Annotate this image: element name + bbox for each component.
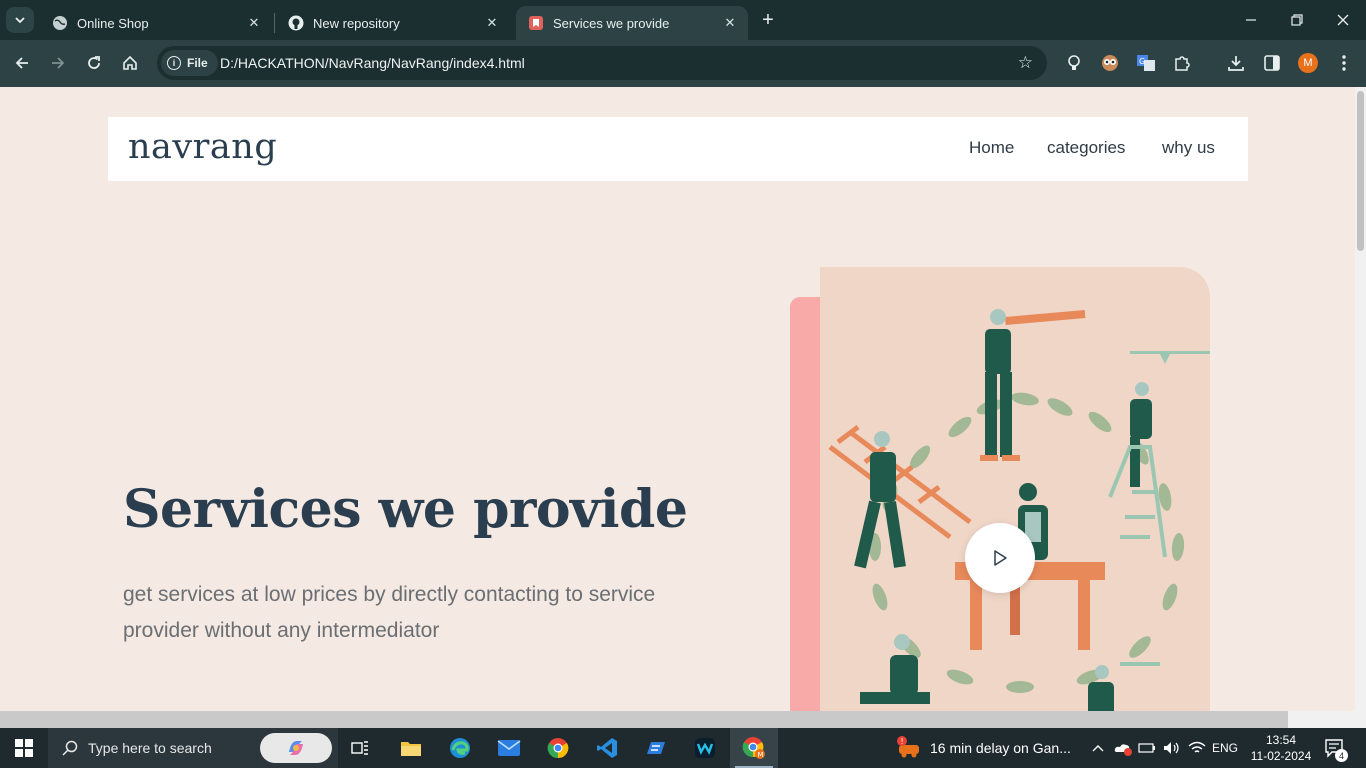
onedrive-error-icon[interactable]	[1112, 728, 1134, 768]
scrollbar-thumb[interactable]	[1357, 91, 1364, 251]
notification-center-button[interactable]: 4	[1320, 728, 1350, 768]
play-video-button[interactable]	[965, 523, 1035, 593]
extension-bulb-icon[interactable]	[1063, 52, 1085, 74]
close-tab-icon[interactable]: ✕	[482, 13, 502, 33]
info-icon: i	[167, 56, 181, 70]
close-tab-icon[interactable]: ✕	[244, 13, 264, 33]
svg-text:G: G	[1139, 57, 1145, 66]
system-clock[interactable]: 13:54 11-02-2024	[1246, 732, 1316, 764]
copilot-icon	[289, 741, 303, 755]
language-indicator[interactable]: ENG	[1210, 728, 1240, 768]
tab-divider	[274, 13, 275, 33]
worker-figure	[860, 634, 930, 704]
tab-title: New repository	[313, 15, 400, 31]
svg-text:!: !	[901, 737, 904, 746]
workers-illustration	[820, 267, 1210, 711]
extension-owl-icon[interactable]	[1099, 52, 1121, 74]
vscode-icon[interactable]	[592, 728, 622, 768]
hero-title: Services we provide	[123, 479, 688, 540]
chrome-icon[interactable]	[543, 728, 573, 768]
zoom-meeting-icon[interactable]	[641, 728, 671, 768]
webex-icon[interactable]	[690, 728, 720, 768]
worker-figure	[1088, 662, 1160, 711]
chrome-profile-active-icon[interactable]: M	[730, 728, 778, 768]
vertical-scrollbar[interactable]	[1355, 87, 1366, 711]
worker-figure	[980, 309, 1086, 461]
reload-icon	[88, 56, 100, 69]
windows-taskbar: Type here to search M ! 16 min delay on …	[0, 728, 1366, 768]
back-button[interactable]	[7, 48, 37, 78]
weather-widget[interactable]: ! 16 min delay on Gan...	[896, 728, 1071, 768]
volume-icon[interactable]	[1160, 728, 1182, 768]
close-window-button[interactable]	[1320, 0, 1366, 40]
clock-date: 11-02-2024	[1250, 749, 1312, 763]
browser-tab-bar: Online Shop ✕ New repository ✕ Services …	[0, 0, 1366, 40]
start-button[interactable]	[0, 728, 48, 768]
clock-time: 13:54	[1265, 733, 1297, 747]
menu-kebab-icon[interactable]	[1333, 52, 1355, 74]
wifi-icon[interactable]	[1186, 728, 1208, 768]
page-viewport: navrang Home categories why us Services …	[0, 87, 1355, 711]
task-view-icon[interactable]	[345, 728, 375, 768]
extension-translate-icon[interactable]: G	[1135, 52, 1157, 74]
search-icon	[62, 740, 78, 756]
worker-figure	[1108, 382, 1167, 558]
nav-link-why-us[interactable]: why us	[1162, 138, 1215, 158]
site-navbar: navrang Home categories why us	[108, 117, 1248, 181]
profile-avatar[interactable]: M	[1298, 53, 1318, 73]
url-text[interactable]: D:/HACKATHON/NavRang/NavRang/index4.html	[220, 55, 525, 71]
close-tab-icon[interactable]: ✕	[720, 13, 740, 33]
play-icon	[994, 550, 1007, 566]
github-icon	[288, 15, 304, 31]
nav-link-categories[interactable]: categories	[1047, 138, 1125, 158]
close-icon	[1337, 14, 1349, 26]
side-panel-icon[interactable]	[1261, 52, 1283, 74]
tab-title: Online Shop	[77, 15, 149, 31]
restore-button[interactable]	[1274, 0, 1320, 40]
forward-button[interactable]	[43, 48, 73, 78]
svg-text:M: M	[758, 751, 764, 759]
arrow-right-icon	[52, 57, 65, 69]
tab-online-shop[interactable]: Online Shop ✕	[40, 6, 272, 40]
hero-subtitle: get services at low prices by directly c…	[123, 583, 656, 642]
reload-button[interactable]	[79, 48, 109, 78]
tab-new-repository[interactable]: New repository ✕	[276, 6, 510, 40]
weather-text: 16 min delay on Gan...	[930, 740, 1071, 756]
bookmark-star-icon[interactable]: ☆	[1018, 53, 1033, 73]
minimize-icon	[1246, 19, 1256, 21]
restore-icon	[1291, 14, 1303, 26]
copilot-button[interactable]	[260, 733, 332, 763]
tab-services[interactable]: Services we provide ✕	[516, 6, 748, 40]
site-info-chip[interactable]: i File	[161, 50, 218, 76]
traffic-alert-icon: !	[897, 736, 919, 758]
horizontal-scrollbar[interactable]	[0, 711, 1288, 728]
home-button[interactable]	[115, 48, 145, 78]
windows-logo-icon	[15, 739, 33, 757]
edge-browser-icon[interactable]	[445, 728, 475, 768]
home-icon	[123, 55, 137, 70]
new-tab-button[interactable]: +	[756, 8, 780, 32]
downloads-icon[interactable]	[1225, 52, 1247, 74]
extensions-puzzle-icon[interactable]	[1171, 52, 1193, 74]
scrollbar-corner	[1288, 711, 1366, 728]
site-logo[interactable]: navrang	[128, 127, 277, 167]
chevron-down-icon	[15, 17, 25, 24]
minimize-button[interactable]	[1228, 0, 1274, 40]
notification-count: 4	[1335, 749, 1348, 762]
nav-link-home[interactable]: Home	[969, 138, 1014, 158]
tab-title: Services we provide	[553, 15, 670, 31]
mail-icon[interactable]	[494, 728, 524, 768]
site-info-label: File	[187, 56, 208, 70]
arrow-left-icon	[15, 57, 28, 69]
address-bar[interactable]: i File D:/HACKATHON/NavRang/NavRang/inde…	[157, 46, 1047, 80]
search-placeholder: Type here to search	[88, 740, 212, 756]
battery-icon[interactable]	[1137, 728, 1157, 768]
globe-icon	[52, 15, 68, 31]
worker-figure	[828, 425, 972, 569]
bookmark-page-icon	[528, 15, 544, 31]
tab-search-button[interactable]	[6, 7, 34, 33]
show-hidden-icons-chevron-icon[interactable]	[1088, 728, 1108, 768]
browser-toolbar: i File D:/HACKATHON/NavRang/NavRang/inde…	[0, 40, 1366, 87]
file-explorer-icon[interactable]	[396, 728, 426, 768]
